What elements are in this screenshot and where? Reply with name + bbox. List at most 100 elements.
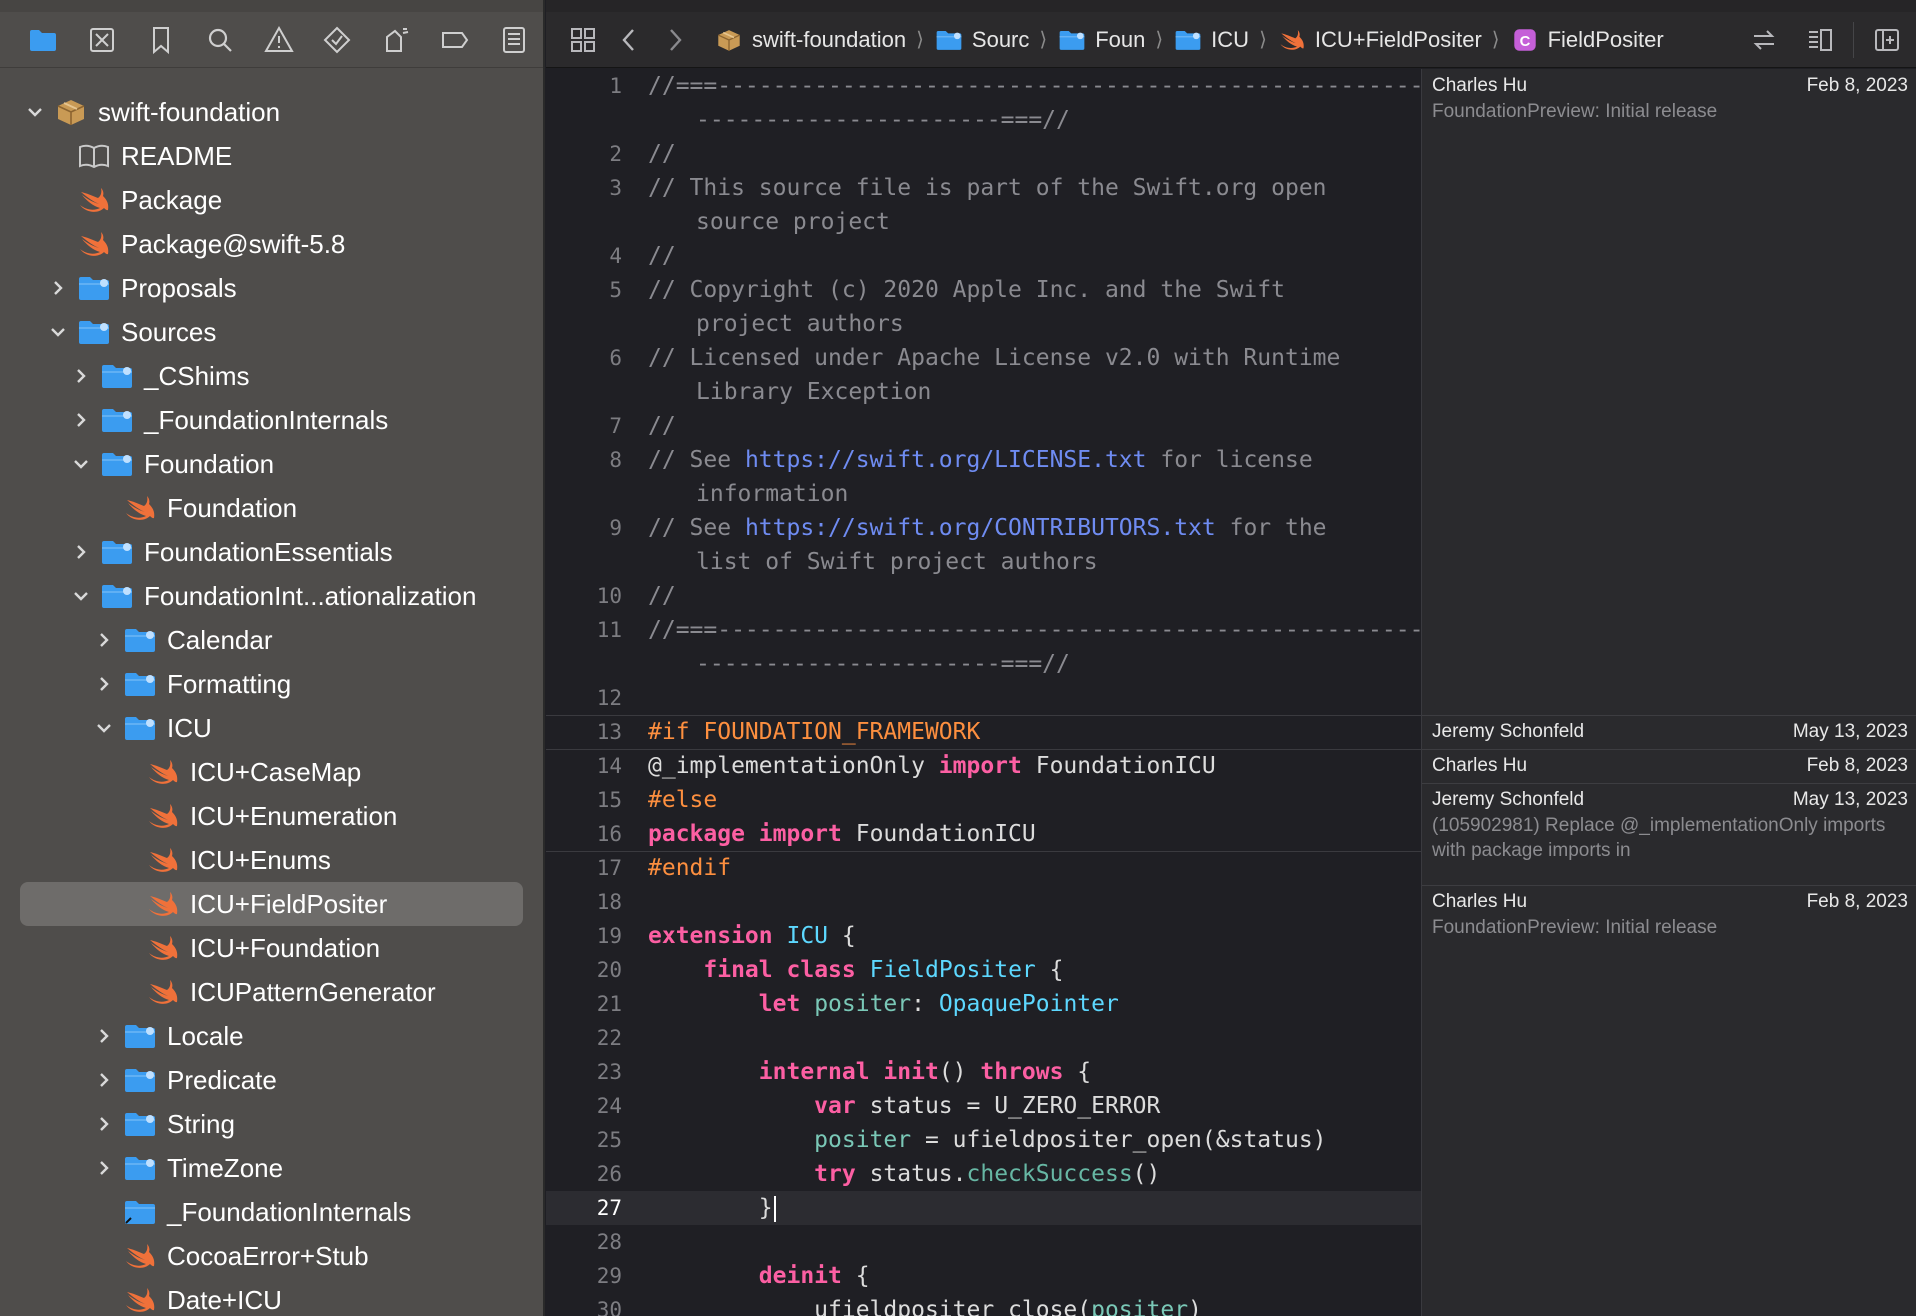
code-line[interactable]: 1 //===----------------------------------… <box>546 69 1421 103</box>
bookmark-navigator-button[interactable] <box>132 18 191 62</box>
code-line[interactable]: 4 // <box>546 239 1421 273</box>
blame-entry[interactable]: Jeremy Schonfeld May 13, 2023 (105902981) … <box>1432 789 1908 863</box>
search-navigator-button[interactable] <box>190 18 249 62</box>
chevron-right-icon[interactable] <box>68 363 94 389</box>
chevron-right-icon[interactable] <box>91 1155 117 1181</box>
tree-item[interactable]: FoundationInt...ationalization <box>0 574 543 618</box>
chevron-right-icon[interactable] <box>91 671 117 697</box>
tree-item[interactable]: Proposals <box>0 266 543 310</box>
code-line[interactable]: 29 deinit { <box>546 1259 1421 1293</box>
tree-item[interactable]: FoundationEssentials <box>0 530 543 574</box>
debug-navigator-button[interactable] <box>367 18 426 62</box>
code-line[interactable]: 14 @_implementationOnly import Foundation… <box>546 749 1421 783</box>
code-line[interactable]: 5 // Copyright (c) 2020 Apple Inc. and th… <box>546 273 1421 307</box>
code-line[interactable]: 25 positer = ufieldpositer_open(&status) <box>546 1123 1421 1157</box>
code-line[interactable]: 28 <box>546 1225 1421 1259</box>
code-line[interactable]: 7 // <box>546 409 1421 443</box>
related-items-button[interactable] <box>1741 20 1787 60</box>
breakpoint-navigator-button[interactable] <box>425 18 484 62</box>
code-line[interactable]: source project <box>546 205 1421 239</box>
tree-item[interactable]: Date+ICU <box>0 1278 543 1316</box>
chevron-down-icon[interactable] <box>22 99 48 125</box>
tree-item[interactable]: Foundation <box>0 486 543 530</box>
source-editor[interactable]: 1 //===----------------------------------… <box>546 69 1421 1316</box>
chevron-down-icon[interactable] <box>45 319 71 345</box>
folder-navigator-button[interactable] <box>14 18 73 62</box>
chevron-right-icon[interactable] <box>91 627 117 653</box>
code-line[interactable]: 18 <box>546 885 1421 919</box>
chevron-right-icon[interactable] <box>68 539 94 565</box>
chevron-right-icon[interactable] <box>91 1067 117 1093</box>
code-line[interactable]: 15 #else <box>546 783 1421 817</box>
code-line[interactable]: ----------------------===// <box>546 647 1421 681</box>
tree-item[interactable]: Foundation <box>0 442 543 486</box>
code-line[interactable]: 17 #endif <box>546 851 1421 885</box>
tree-item[interactable]: Package@swift-5.8 <box>0 222 543 266</box>
tree-item[interactable]: ICUPatternGenerator <box>0 970 543 1014</box>
warning-navigator-button[interactable] <box>249 18 308 62</box>
add-editor-button[interactable] <box>1864 20 1910 60</box>
code-line[interactable]: 27 } <box>546 1191 1421 1225</box>
tree-item[interactable]: Calendar <box>0 618 543 662</box>
code-line[interactable]: 20 final class FieldPositer { <box>546 953 1421 987</box>
code-line[interactable]: project authors <box>546 307 1421 341</box>
code-line[interactable]: 10 // <box>546 579 1421 613</box>
code-line[interactable]: 21 let positer: OpaquePointer <box>546 987 1421 1021</box>
tree-item[interactable]: ICU+CaseMap <box>0 750 543 794</box>
chevron-down-icon[interactable] <box>68 583 94 609</box>
tree-item[interactable]: swift-foundation <box>0 90 543 134</box>
code-line[interactable]: 12 <box>546 681 1421 715</box>
blame-entry[interactable]: Charles Hu Feb 8, 2023 <box>1432 755 1908 777</box>
chevron-right-icon[interactable] <box>45 275 71 301</box>
breadcrumb-item[interactable]: swift-foundation <box>714 27 906 53</box>
breadcrumb-item[interactable]: ICU+FieldPositer <box>1277 27 1482 53</box>
code-line[interactable]: 11 //===---------------------------------… <box>546 613 1421 647</box>
tree-item[interactable]: _FoundationInternals <box>0 398 543 442</box>
editor-options-button[interactable] <box>1797 20 1843 60</box>
tree-item[interactable]: ICU+Enumeration <box>0 794 543 838</box>
source-control-navigator-button[interactable] <box>73 18 132 62</box>
code-line[interactable]: 13 #if FOUNDATION_FRAMEWORK <box>546 715 1421 749</box>
code-line[interactable]: 22 <box>546 1021 1421 1055</box>
code-line[interactable]: 8 // See https://swift.org/LICENSE.txt fo… <box>546 443 1421 477</box>
chevron-right-icon[interactable] <box>91 1023 117 1049</box>
code-line[interactable]: list of Swift project authors <box>546 545 1421 579</box>
tree-item[interactable]: ICU+Enums <box>0 838 543 882</box>
grid-menu-button[interactable] <box>560 20 606 60</box>
code-line[interactable]: 9 // See https://swift.org/CONTRIBUTORS.t… <box>546 511 1421 545</box>
code-line[interactable]: Library Exception <box>546 375 1421 409</box>
breadcrumb-item[interactable]: Sourc <box>934 27 1029 53</box>
blame-entry[interactable]: Charles Hu Feb 8, 2023 FoundationPreview: … <box>1432 891 1908 940</box>
back-button[interactable] <box>606 20 652 60</box>
blame-entry[interactable]: Charles Hu Feb 8, 2023 FoundationPreview: … <box>1432 75 1908 124</box>
code-line[interactable]: 19 extension ICU { <box>546 919 1421 953</box>
tree-item[interactable]: ICU+Foundation <box>0 926 543 970</box>
report-navigator-button[interactable] <box>484 18 543 62</box>
chevron-down-icon[interactable] <box>68 451 94 477</box>
chevron-down-icon[interactable] <box>91 715 117 741</box>
tree-item[interactable]: TimeZone <box>0 1146 543 1190</box>
tree-item[interactable]: CocoaError+Stub <box>0 1234 543 1278</box>
tree-item[interactable]: Predicate <box>0 1058 543 1102</box>
code-line[interactable]: 16 package import FoundationICU <box>546 817 1421 851</box>
chevron-right-icon[interactable] <box>68 407 94 433</box>
code-line[interactable]: 30 ufieldpositer_close(positer) <box>546 1293 1421 1316</box>
code-line[interactable]: 24 var status = U_ZERO_ERROR <box>546 1089 1421 1123</box>
code-line[interactable]: 3 // This source file is part of the Swif… <box>546 171 1421 205</box>
chevron-right-icon[interactable] <box>91 1111 117 1137</box>
code-line[interactable]: 23 internal init() throws { <box>546 1055 1421 1089</box>
blame-entry[interactable]: Jeremy Schonfeld May 13, 2023 <box>1432 721 1908 743</box>
tree-item[interactable]: Locale <box>0 1014 543 1058</box>
breadcrumb-item[interactable]: C FieldPositer <box>1510 27 1664 53</box>
breadcrumb-item[interactable]: Foun <box>1057 27 1145 53</box>
code-line[interactable]: 2 // <box>546 137 1421 171</box>
forward-button[interactable] <box>652 20 698 60</box>
tree-item[interactable]: ICU+FieldPositer <box>20 882 523 926</box>
breadcrumb-item[interactable]: ICU <box>1173 27 1249 53</box>
tree-item[interactable]: Sources <box>0 310 543 354</box>
tree-item[interactable]: _CShims <box>0 354 543 398</box>
test-navigator-button[interactable] <box>308 18 367 62</box>
tree-item[interactable]: ICU <box>0 706 543 750</box>
code-line[interactable]: ----------------------===// <box>546 103 1421 137</box>
tree-item[interactable]: Package <box>0 178 543 222</box>
